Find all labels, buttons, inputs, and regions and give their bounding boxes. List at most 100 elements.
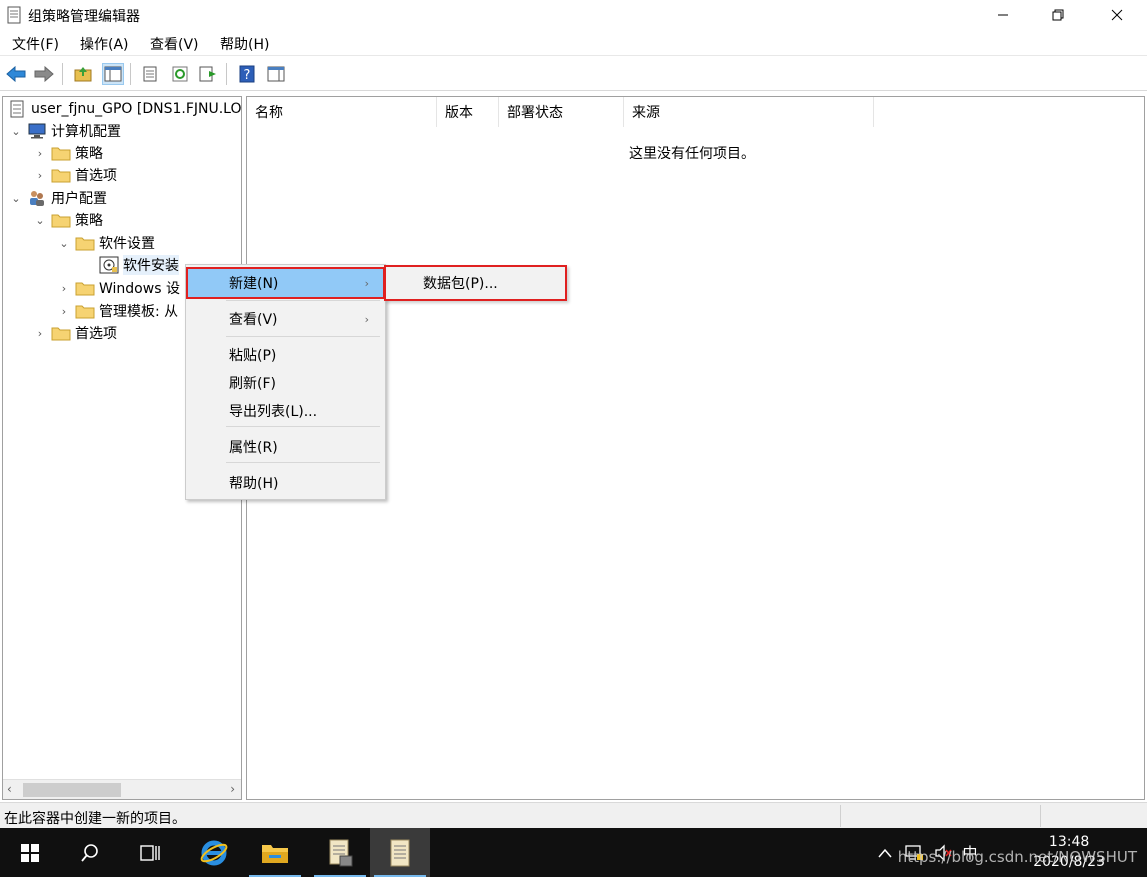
chevron-down-icon[interactable]: ⌄ — [9, 124, 23, 138]
submenu-package[interactable]: 数据包(P)... — [386, 267, 565, 299]
menu-file[interactable]: 文件(F) — [12, 34, 59, 54]
tree-item-admin-templates[interactable]: › 管理模板: 从 — [57, 300, 178, 322]
group-policy-management-icon — [329, 839, 353, 866]
context-menu-help[interactable]: 帮助(H) — [188, 469, 383, 497]
tree-item-cc-preferences[interactable]: › 首选项 — [33, 164, 117, 186]
show-action-pane-icon — [267, 66, 285, 82]
chevron-up-icon — [878, 848, 892, 857]
context-menu: 新建(N) › 查看(V) › 粘贴(P) 刷新(F) 导出列表(L)... 属… — [185, 264, 386, 500]
menu-view[interactable]: 查看(V) — [150, 34, 199, 54]
restore-icon — [1052, 9, 1064, 21]
toolbar-separator — [62, 63, 63, 85]
taskbar-gpo-editor[interactable] — [370, 828, 430, 877]
menu-separator — [226, 426, 380, 427]
close-button[interactable] — [1094, 0, 1140, 30]
computer-icon — [27, 122, 47, 140]
help-button[interactable]: ? — [236, 63, 258, 85]
back-button[interactable] — [5, 63, 27, 85]
context-menu-refresh[interactable]: 刷新(F) — [188, 369, 383, 397]
context-menu-export[interactable]: 导出列表(L)... — [188, 397, 383, 425]
software-install-icon — [99, 256, 119, 274]
menu-item-label: 刷新(F) — [229, 376, 276, 392]
show-action-pane-button[interactable] — [265, 63, 287, 85]
column-header-version[interactable]: 版本 — [437, 97, 499, 127]
chevron-right-icon[interactable]: › — [33, 168, 47, 182]
horizontal-scrollbar[interactable]: ‹ › — [3, 779, 241, 799]
tree-label: 首选项 — [75, 326, 117, 342]
menu-action[interactable]: 操作(A) — [80, 34, 129, 54]
up-folder-icon — [74, 67, 92, 82]
taskbar: 中 13:48 2020/8/23 https://blog.csdn.net/… — [0, 828, 1147, 877]
up-level-button[interactable] — [72, 63, 94, 85]
refresh-button[interactable] — [169, 63, 191, 85]
show-hidden-icons-button[interactable] — [872, 828, 898, 877]
scroll-left-icon[interactable]: ‹ — [7, 782, 12, 796]
context-menu-new[interactable]: 新建(N) › — [186, 267, 385, 299]
column-header-source[interactable]: 来源 — [624, 97, 874, 127]
folder-icon — [51, 324, 71, 342]
context-menu-paste[interactable]: 粘贴(P) — [188, 341, 383, 369]
chevron-right-icon[interactable]: › — [57, 304, 71, 318]
properties-icon — [143, 66, 157, 82]
chevron-right-icon[interactable]: › — [57, 281, 71, 295]
new-submenu: 数据包(P)... — [384, 265, 567, 301]
scrollbar-thumb[interactable] — [23, 783, 121, 797]
toolbar-separator — [226, 63, 227, 85]
tree-label: Windows 设 — [99, 281, 180, 297]
task-view-button[interactable] — [120, 828, 180, 877]
column-header-name[interactable]: 名称 — [247, 97, 437, 127]
restore-button[interactable] — [1035, 0, 1081, 30]
menu-separator — [226, 300, 380, 301]
svg-text:?: ? — [244, 68, 251, 83]
menu-help[interactable]: 帮助(H) — [220, 34, 269, 54]
export-list-button[interactable] — [197, 63, 219, 85]
close-icon — [1111, 9, 1123, 21]
folder-icon — [51, 166, 71, 184]
tree-item-uc-policies[interactable]: ⌄ 策略 — [33, 209, 103, 231]
tree-item-software-settings[interactable]: ⌄ 软件设置 — [57, 232, 155, 254]
folder-icon — [51, 211, 71, 229]
chevron-right-icon[interactable]: › — [33, 326, 47, 340]
export-list-icon — [199, 66, 216, 82]
taskbar-internet-explorer[interactable] — [184, 828, 244, 877]
taskbar-file-explorer[interactable] — [245, 828, 305, 877]
chevron-right-icon[interactable]: › — [33, 146, 47, 160]
toolbar: ? — [0, 57, 1147, 91]
tree-item-software-install[interactable]: 软件安装 — [81, 254, 179, 276]
forward-button[interactable] — [33, 63, 55, 85]
taskbar-gpmc[interactable] — [310, 828, 370, 877]
column-header-deploy-state[interactable]: 部署状态 — [499, 97, 624, 127]
status-text: 在此容器中创建一新的项目。 — [4, 811, 186, 827]
menu-bar: 文件(F) 操作(A) 查看(V) 帮助(H) — [0, 30, 1147, 56]
gpo-scroll-icon — [7, 100, 27, 118]
folder-icon — [75, 302, 95, 320]
show-hide-tree-button[interactable] — [102, 63, 124, 85]
tree-label: user_fjnu_GPO [DNS1.FJNU.LO — [31, 101, 242, 117]
tree-label: 计算机配置 — [51, 124, 121, 140]
menu-item-label: 数据包(P)... — [423, 276, 498, 292]
context-menu-properties[interactable]: 属性(R) — [188, 433, 383, 461]
scroll-right-icon[interactable]: › — [230, 782, 235, 796]
properties-button[interactable] — [139, 63, 161, 85]
tree-item-user-config[interactable]: ⌄ 用户配置 — [9, 187, 107, 209]
start-button[interactable] — [0, 828, 60, 877]
tree-item-uc-preferences[interactable]: › 首选项 — [33, 322, 117, 344]
title-bar: 组策略管理编辑器 — [0, 0, 1147, 30]
tree-label: 软件安装 — [123, 255, 179, 275]
tree-item-root[interactable]: user_fjnu_GPO [DNS1.FJNU.LO — [7, 98, 242, 120]
forward-arrow-icon — [34, 66, 54, 82]
tree-item-windows-settings[interactable]: › Windows 设 — [57, 277, 180, 299]
window-title: 组策略管理编辑器 — [28, 9, 140, 25]
minimize-button[interactable] — [980, 0, 1026, 30]
tree-item-computer-config[interactable]: ⌄ 计算机配置 — [9, 120, 121, 142]
tree-item-cc-policies[interactable]: › 策略 — [33, 142, 103, 164]
chevron-down-icon[interactable]: ⌄ — [33, 213, 47, 227]
context-menu-view[interactable]: 查看(V) › — [188, 305, 383, 333]
tree-label: 软件设置 — [99, 236, 155, 252]
search-button[interactable] — [60, 828, 120, 877]
folder-icon — [75, 279, 95, 297]
chevron-down-icon[interactable]: ⌄ — [57, 236, 71, 250]
status-divider — [1040, 805, 1041, 827]
chevron-down-icon[interactable]: ⌄ — [9, 191, 23, 205]
tree-label: 策略 — [75, 146, 103, 162]
